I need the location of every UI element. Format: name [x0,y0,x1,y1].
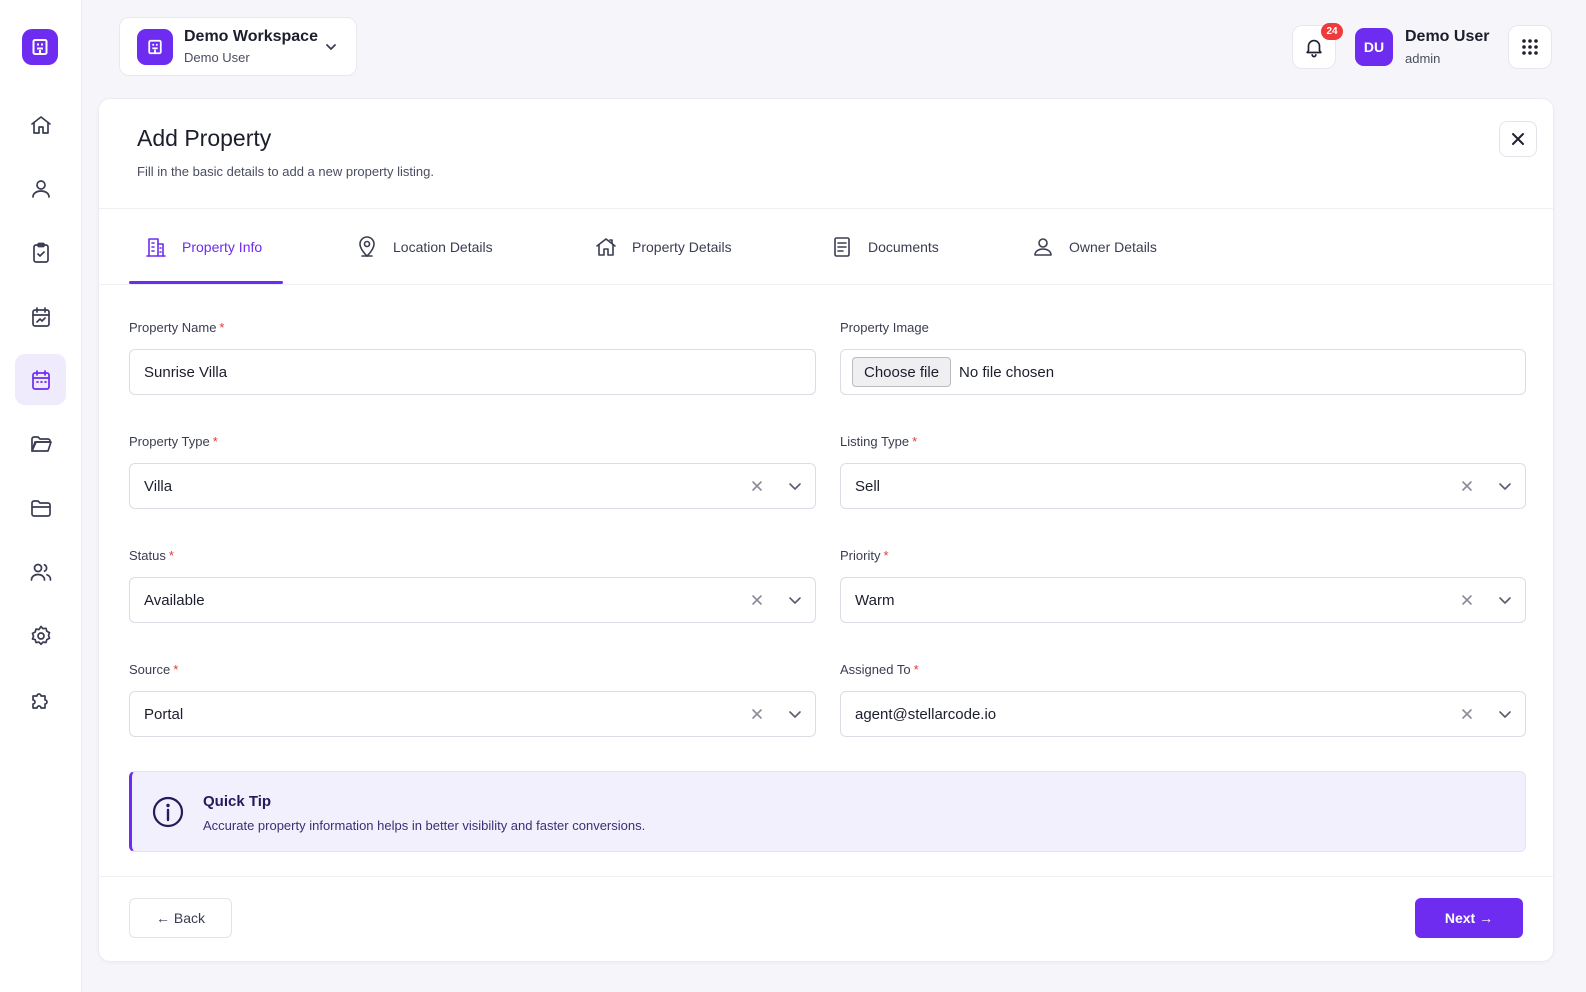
calendar-icon [31,369,50,390]
bell-icon [1306,39,1322,58]
apps-menu-button[interactable] [1508,25,1552,69]
sidebar-item-integrations[interactable] [15,674,66,725]
add-property-modal: Add Property Fill in the basic details t… [98,98,1554,962]
tab-location-details[interactable]: Location Details [355,209,493,285]
workspace-subtitle: Demo User [184,50,250,65]
back-button[interactable]: ← Back [129,898,232,938]
property-type-label: Property Type * [129,434,218,449]
grid-dots-icon [1522,39,1538,55]
user-icon [31,179,50,198]
tip-text: Accurate property information helps in b… [203,818,646,833]
clear-icon[interactable] [749,592,765,608]
chevron-down-icon[interactable] [1497,706,1513,722]
clear-icon[interactable] [1459,478,1475,494]
property-name-label: Property Name * [129,320,225,335]
chevron-down-icon[interactable] [787,592,803,608]
calendar-stats-icon [31,306,50,327]
sidebar-item-tasks[interactable] [15,227,66,278]
user-name: Demo User [1405,28,1490,45]
chevron-down-icon [326,44,336,50]
listing-type-label: Listing Type * [840,434,918,449]
map-pin-icon [359,236,375,257]
status-label: Status * [129,548,174,563]
tip-title: Quick Tip [203,793,272,810]
close-button[interactable] [1499,121,1537,157]
priority-label: Priority * [840,548,889,563]
tab-label: Property Info [182,239,263,255]
sidebar-item-schedule[interactable] [15,291,66,342]
chevron-down-icon[interactable] [1497,592,1513,608]
info-icon [152,796,184,828]
gear-icon [31,625,50,645]
sidebar-item-home[interactable] [15,99,66,150]
sidebar-item-profile[interactable] [15,163,66,214]
user-icon [1034,238,1052,256]
sidebar-item-team[interactable] [15,546,66,597]
puzzle-icon [31,692,48,709]
notifications-button[interactable]: 24 [1292,23,1343,69]
folder-icon [30,499,51,517]
clear-icon[interactable] [749,706,765,722]
house-icon [596,238,616,256]
divider [99,208,1553,209]
chevron-down-icon[interactable] [787,478,803,494]
page-title: Add Property [137,125,272,151]
user-role: admin [1405,51,1441,66]
tab-owner-details[interactable]: Owner Details [1031,209,1157,285]
source-select[interactable]: Portal [129,691,816,737]
tab-property-details[interactable]: Property Details [594,209,732,285]
tab-documents[interactable]: Documents [830,209,939,285]
property-image-field: Choose file No file chosen [840,349,1526,395]
home-icon [30,115,51,134]
building-icon [137,28,173,65]
sidebar [0,0,82,992]
users-icon [30,563,51,581]
page-subtitle: Fill in the basic details to add a new p… [137,164,434,179]
sidebar-item-settings[interactable] [15,610,66,661]
clear-icon[interactable] [749,478,765,494]
tab-property-info[interactable]: Property Info [144,209,262,285]
property-type-select[interactable]: Villa [129,463,816,509]
building-icon [146,238,166,257]
chevron-down-icon[interactable] [787,706,803,722]
workspace-title: Demo Workspace [184,28,318,45]
avatar[interactable]: DU [1355,28,1393,66]
chevron-down-icon[interactable] [1497,478,1513,494]
tab-label: Property Details [632,239,732,255]
file-status: No file chosen [959,363,1055,381]
sidebar-item-files[interactable] [15,482,66,533]
building-logo-icon [32,39,48,55]
priority-select[interactable]: Warm [840,577,1526,623]
divider [99,284,1553,285]
sidebar-item-calendar[interactable] [15,354,66,405]
source-label: Source * [129,662,179,677]
status-select[interactable]: Available [129,577,816,623]
close-icon [1512,133,1524,145]
folder-open-icon [30,435,52,452]
assigned-to-select[interactable]: agent@stellarcode.io [840,691,1526,737]
clipboard-check-icon [32,242,49,263]
tab-label: Owner Details [1069,239,1157,255]
app-logo[interactable] [22,29,58,65]
quick-tip-banner: Quick Tip Accurate property information … [129,771,1526,852]
tab-label: Documents [868,239,939,255]
clear-icon[interactable] [1459,592,1475,608]
choose-file-button[interactable]: Choose file [852,357,952,387]
divider [99,876,1553,877]
sidebar-item-projects[interactable] [15,418,66,469]
clear-icon[interactable] [1459,706,1475,722]
next-button[interactable]: Next → [1415,898,1523,938]
property-image-label: Property Image [840,320,929,335]
notification-badge: 24 [1321,23,1343,40]
assigned-to-label: Assigned To * [840,662,919,677]
workspace-switcher[interactable]: Demo Workspace Demo User [119,17,357,76]
tab-label: Location Details [393,239,493,255]
listing-type-select[interactable]: Sell [840,463,1526,509]
document-icon [834,237,850,257]
property-name-input[interactable]: Sunrise Villa [129,349,816,395]
